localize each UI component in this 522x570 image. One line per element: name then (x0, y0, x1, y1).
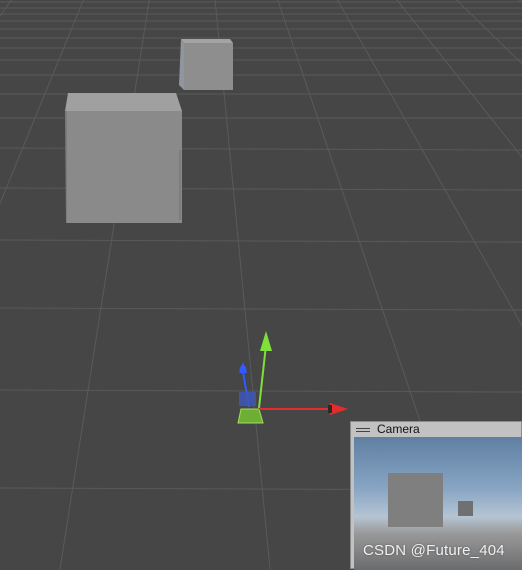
gizmo-x-cone[interactable] (330, 403, 348, 415)
preview-far-cube (458, 501, 473, 516)
near-cube[interactable] (65, 93, 182, 223)
gizmo-xz-plane[interactable] (239, 392, 256, 406)
gizmo-z-tip (239, 365, 247, 373)
scene-view[interactable]: Camera CSDN @Future_404 (0, 0, 522, 570)
grid-line-horizontal (0, 307, 522, 311)
grid-line-depth (0, 0, 84, 205)
far-cube[interactable] (179, 39, 233, 90)
grid-line-depth (0, 0, 12, 18)
camera-preview-title: Camera (377, 422, 420, 436)
grid-line-horizontal (0, 239, 522, 243)
watermark: CSDN @Future_404 (363, 542, 505, 559)
far-cube-front (184, 43, 233, 90)
near-cube-top (65, 93, 182, 111)
grid-line-depth (0, 0, 190, 569)
grid-line-depth (0, 0, 190, 569)
gizmo-x-cap (328, 405, 332, 413)
drag-handle-icon[interactable] (356, 426, 370, 434)
grid-line-depth (59, 0, 150, 569)
far-cube-top (181, 39, 233, 43)
camera-preview-header[interactable]: Camera (351, 422, 521, 437)
gizmo-y-cone[interactable] (260, 331, 272, 351)
near-cube-front (67, 111, 182, 223)
transform-gizmo[interactable] (237, 331, 348, 424)
gizmo-xy-plane[interactable] (237, 408, 264, 424)
preview-near-cube (388, 473, 443, 527)
gizmo-y-axis[interactable] (258, 344, 267, 409)
far-cube-side (179, 39, 184, 90)
